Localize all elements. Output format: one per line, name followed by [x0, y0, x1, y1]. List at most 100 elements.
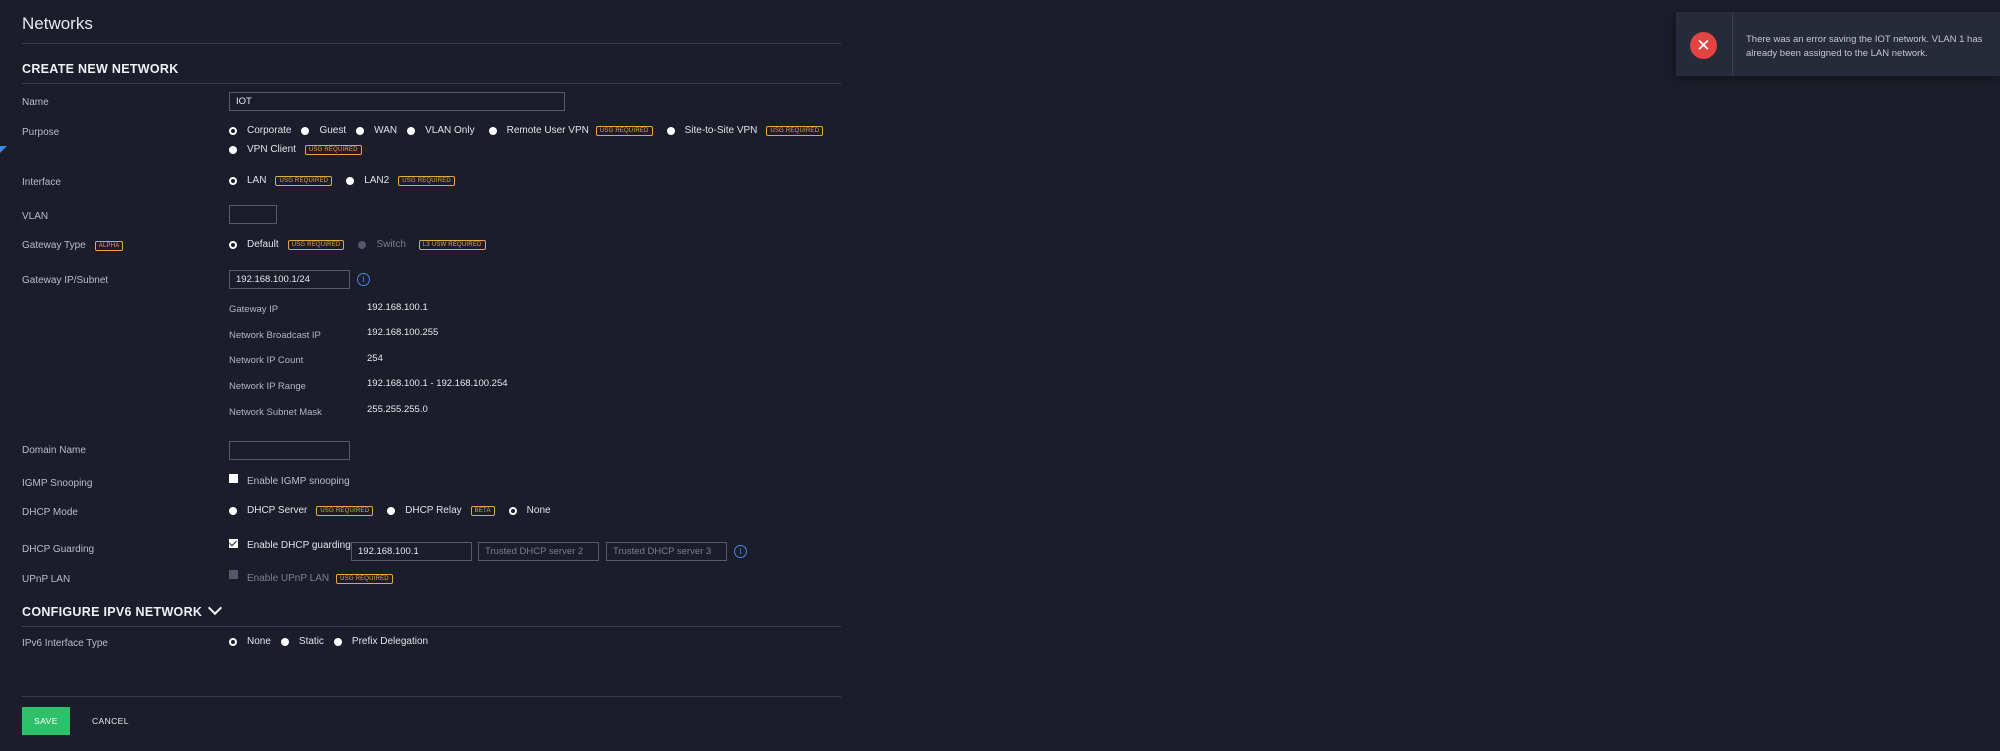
usg-required-badge: USG REQUIRED: [398, 175, 455, 186]
section-title-create-network: CREATE NEW NETWORK: [22, 62, 179, 76]
igmp-snooping-checkbox[interactable]: [229, 474, 238, 483]
cancel-button[interactable]: CANCEL: [86, 707, 135, 735]
ipv6-interface-type-label: IPv6 Interface Type: [22, 638, 108, 649]
divider: [22, 696, 841, 697]
purpose-radio-site-to-site-vpn[interactable]: [666, 126, 675, 135]
usg-required-badge: USG REQUIRED: [336, 573, 393, 584]
ipv6-radio-none[interactable]: [229, 637, 237, 646]
info-icon[interactable]: i: [357, 273, 370, 286]
ipv6-radio-prefix-delegation[interactable]: [333, 637, 342, 646]
ipv6-option-prefix-delegation[interactable]: Prefix Delegation: [352, 636, 428, 647]
purpose-option-remote-user-vpn[interactable]: Remote User VPN: [507, 125, 589, 136]
dhcp-mode-option-relay[interactable]: DHCP Relay: [405, 505, 462, 516]
toast-message: There was an error saving the IOT networ…: [1746, 34, 1983, 59]
interface-radio-lan2[interactable]: [346, 176, 355, 185]
gateway-type-radio-switch: [358, 240, 367, 249]
dhcp-mode-options: DHCP Server USG REQUIRED DHCP Relay BETA…: [229, 505, 561, 516]
divider: [22, 83, 841, 84]
ipv6-option-none[interactable]: None: [247, 636, 271, 647]
interface-option-lan2[interactable]: LAN2: [364, 175, 389, 186]
detail-value-ip-range: 192.168.100.1 - 192.168.100.254: [367, 378, 508, 389]
vlan-input[interactable]: [229, 205, 277, 224]
dhcp-mode-radio-none[interactable]: [508, 506, 517, 515]
purpose-label: Purpose: [22, 127, 60, 138]
purpose-radio-wan[interactable]: [356, 126, 365, 135]
interface-option-lan[interactable]: LAN: [247, 175, 266, 186]
purpose-radio-vlan-only[interactable]: [407, 126, 416, 135]
domain-name-input[interactable]: [229, 441, 350, 460]
purpose-radio-corporate[interactable]: [229, 126, 237, 135]
close-icon[interactable]: ✕: [1690, 32, 1717, 59]
gateway-type-option-default[interactable]: Default: [247, 239, 279, 250]
gateway-subnet-input[interactable]: [229, 270, 350, 289]
dhcp-mode-radio-relay[interactable]: [387, 506, 396, 515]
network-name-input[interactable]: [229, 92, 565, 111]
name-label: Name: [22, 97, 49, 108]
dhcp-mode-radio-server[interactable]: [229, 506, 237, 515]
purpose-radio-guest[interactable]: [301, 126, 310, 135]
purpose-radio-vpn-client[interactable]: [229, 145, 237, 154]
igmp-snooping-checkbox-label[interactable]: Enable IGMP snooping: [247, 476, 350, 487]
dhcp-guarding-checkbox[interactable]: [229, 539, 238, 548]
upnp-lan-checkbox-label: Enable UPnP LAN: [247, 573, 330, 584]
chevron-down-icon[interactable]: [208, 600, 223, 616]
dhcp-guarding-label: DHCP Guarding: [22, 544, 95, 555]
gateway-subnet-label: Gateway IP/Subnet: [22, 275, 109, 286]
purpose-options-row2: VPN Client USG REQUIRED: [229, 144, 376, 155]
purpose-option-guest[interactable]: Guest: [319, 125, 346, 136]
usg-required-badge: USG REQUIRED: [304, 144, 362, 155]
usg-required-badge: USG REQUIRED: [275, 175, 333, 186]
purpose-option-vlan-only[interactable]: VLAN Only: [425, 125, 474, 136]
purpose-option-corporate[interactable]: Corporate: [247, 125, 291, 136]
toast-divider: [1732, 12, 1733, 76]
detail-label-subnet-mask: Network Subnet Mask: [229, 407, 322, 418]
upnp-lan-label: UPnP LAN: [22, 574, 71, 585]
interface-options: LAN USG REQUIRED LAN2 USG REQUIRED: [229, 175, 469, 186]
ipv6-option-static[interactable]: Static: [299, 636, 324, 647]
trusted-dhcp-server-3-input[interactable]: [606, 542, 727, 561]
trusted-dhcp-server-1-input[interactable]: [351, 542, 472, 561]
beta-badge: BETA: [470, 505, 495, 516]
purpose-option-vpn-client[interactable]: VPN Client: [247, 144, 296, 155]
divider: [22, 626, 841, 627]
purpose-option-wan[interactable]: WAN: [374, 125, 397, 136]
interface-radio-lan[interactable]: [229, 176, 237, 185]
detail-label-ip-range: Network IP Range: [229, 381, 306, 392]
upnp-lan-checkbox: [229, 570, 238, 579]
detail-value-subnet-mask: 255.255.255.0: [367, 404, 428, 415]
l3-usw-required-badge: L3 USW REQUIRED: [418, 239, 486, 250]
section-title-ipv6[interactable]: CONFIGURE IPV6 NETWORK: [22, 600, 223, 619]
usg-required-badge: USG REQUIRED: [316, 505, 374, 516]
igmp-snooping-row: Enable IGMP snooping: [229, 474, 350, 487]
dhcp-mode-option-none[interactable]: None: [527, 505, 551, 516]
page-title: Networks: [22, 14, 93, 33]
detail-value-ip-count: 254: [367, 353, 383, 364]
domain-name-label: Domain Name: [22, 445, 86, 456]
ipv6-radio-static[interactable]: [280, 637, 289, 646]
purpose-option-site-to-site-vpn[interactable]: Site-to-Site VPN: [685, 125, 758, 136]
save-button[interactable]: SAVE: [22, 707, 70, 735]
detail-label-gateway-ip: Gateway IP: [229, 304, 279, 315]
gateway-type-radio-default[interactable]: [229, 240, 237, 249]
dhcp-guarding-checkbox-label[interactable]: Enable DHCP guarding: [247, 540, 351, 551]
usg-required-badge: USG REQUIRED: [595, 125, 653, 136]
upnp-lan-row: Enable UPnP LAN USG REQUIRED: [229, 570, 407, 584]
interface-label: Interface: [22, 177, 61, 188]
purpose-radio-remote-user-vpn[interactable]: [488, 126, 497, 135]
dhcp-mode-option-server[interactable]: DHCP Server: [247, 505, 307, 516]
detail-label-ip-count: Network IP Count: [229, 355, 304, 366]
gateway-type-options: Default USG REQUIRED Switch L3 USW REQUI…: [229, 239, 500, 250]
alpha-badge: ALPHA: [94, 240, 124, 251]
gateway-type-label: Gateway Type: [22, 240, 86, 251]
trusted-dhcp-server-2-input[interactable]: [478, 542, 599, 561]
dhcp-guarding-row: Enable DHCP guarding: [229, 539, 357, 551]
dhcp-mode-label: DHCP Mode: [22, 507, 78, 518]
active-indicator: [0, 146, 7, 153]
vlan-label: VLAN: [22, 211, 49, 222]
detail-label-broadcast-ip: Network Broadcast IP: [229, 330, 321, 341]
info-icon[interactable]: i: [734, 545, 747, 558]
purpose-options: Corporate Guest WAN VLAN Only Remote Use…: [229, 125, 837, 136]
ipv6-interface-type-options: None Static Prefix Delegation: [229, 636, 438, 647]
ipv6-section-title-text[interactable]: CONFIGURE IPV6 NETWORK: [22, 605, 202, 619]
igmp-snooping-label: IGMP Snooping: [22, 478, 93, 489]
